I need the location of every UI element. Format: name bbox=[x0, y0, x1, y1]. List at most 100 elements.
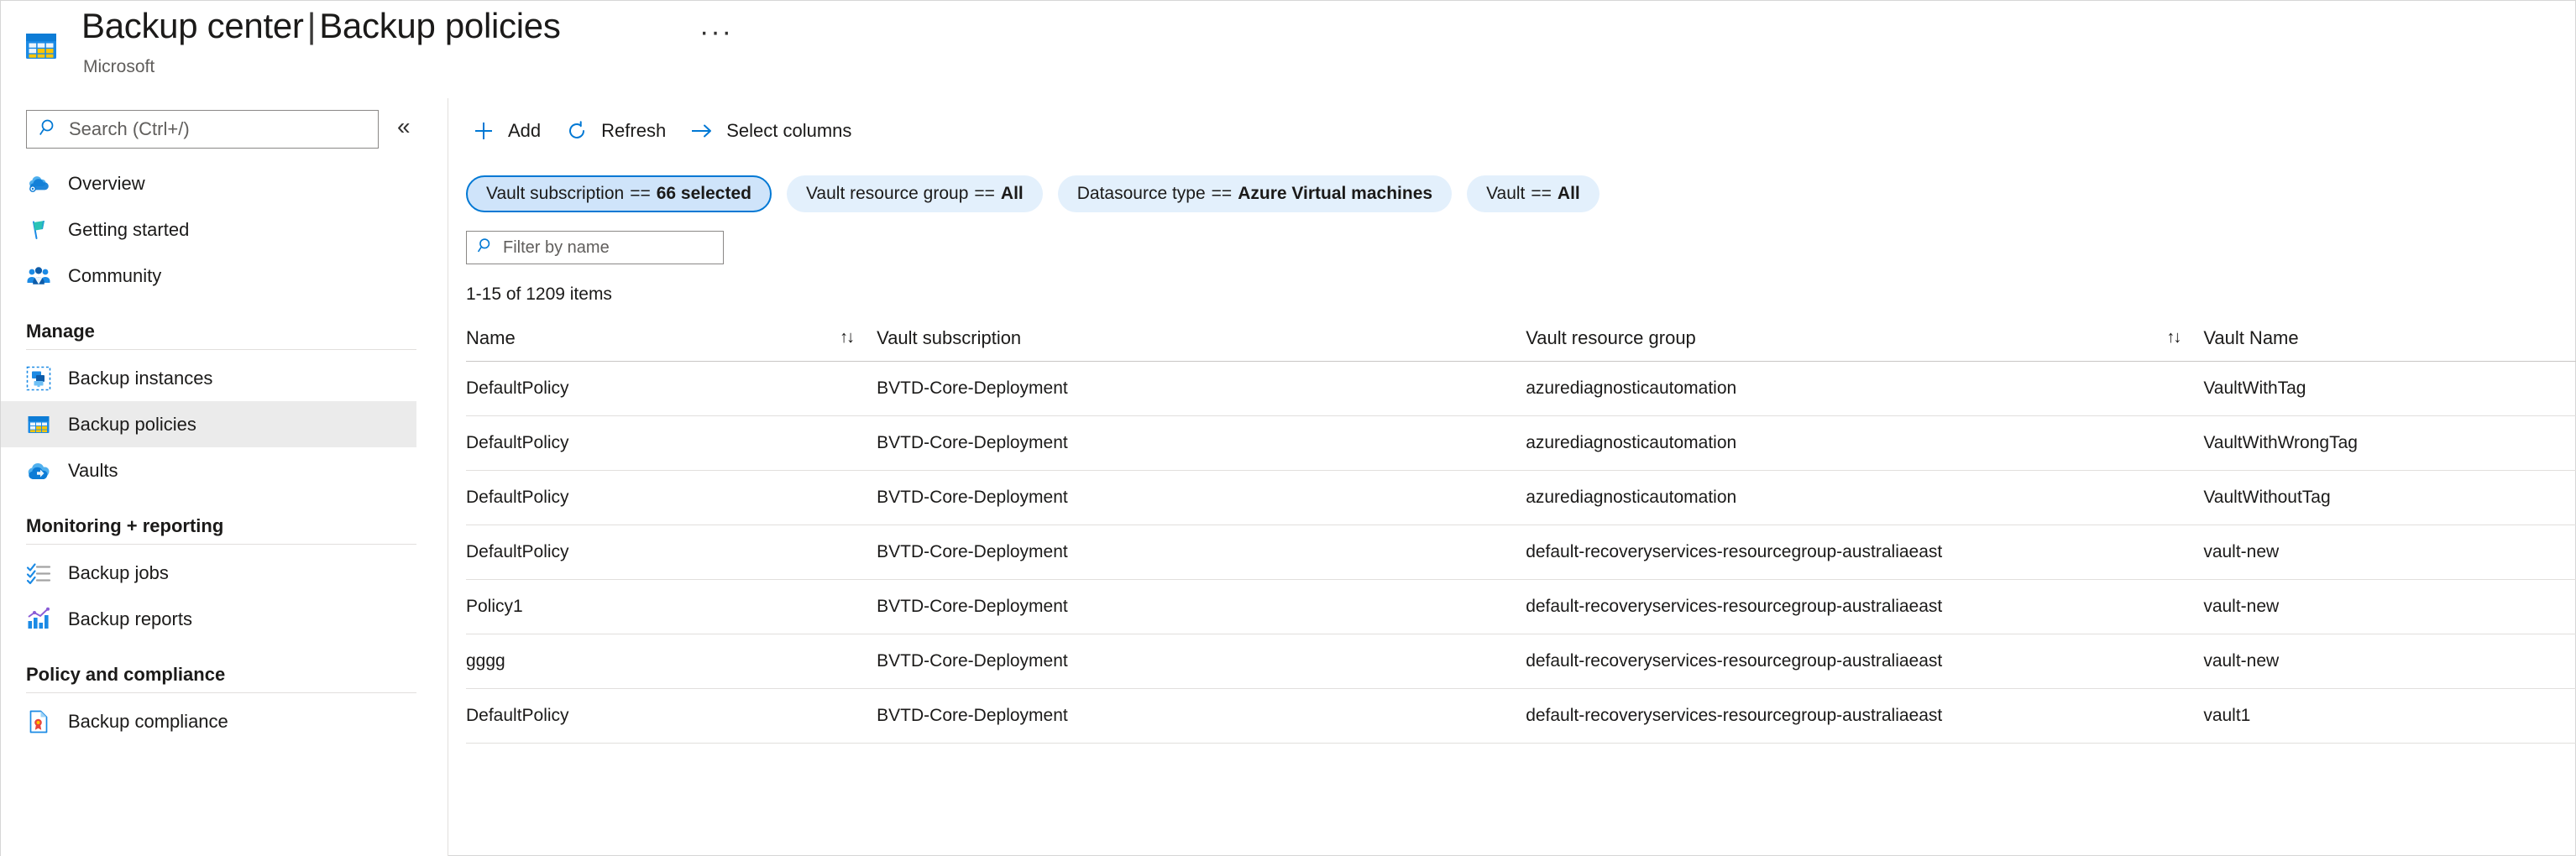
column-header-name[interactable]: Name ↑↓ bbox=[466, 315, 877, 361]
sidebar-item-label: Backup policies bbox=[68, 414, 196, 436]
page-header: Backup center|Backup policies ··· Micros… bbox=[1, 1, 2576, 98]
sidebar-item-backup-jobs[interactable]: Backup jobs bbox=[1, 550, 448, 596]
sidebar-item-getting-started[interactable]: Getting started bbox=[1, 206, 448, 253]
column-header-label: Name bbox=[466, 327, 516, 349]
cell-vault-resource-group: default-recoveryservices-resourcegroup-a… bbox=[1526, 706, 2203, 726]
cell-name: DefaultPolicy bbox=[466, 706, 877, 726]
sidebar-group-title: Manage bbox=[1, 299, 448, 349]
filter-field: Vault subscription bbox=[486, 184, 624, 204]
filter-operator: == bbox=[1525, 184, 1552, 204]
cell-vault-resource-group: default-recoveryservices-resourcegroup-a… bbox=[1526, 542, 2203, 562]
filter-by-name-input[interactable]: Filter by name bbox=[503, 238, 610, 258]
sidebar-item-community[interactable]: Community bbox=[1, 253, 448, 299]
cell-name: DefaultPolicy bbox=[466, 542, 877, 562]
sidebar-item-label: Backup reports bbox=[68, 608, 192, 630]
page-title-sub: Backup policies bbox=[319, 6, 560, 45]
page-title-main: Backup center bbox=[81, 6, 304, 45]
refresh-button[interactable]: Refresh bbox=[559, 112, 684, 150]
filter-field: Vault bbox=[1486, 184, 1525, 204]
sidebar-item-vaults[interactable]: Vaults bbox=[1, 447, 448, 493]
filter-value: All bbox=[995, 184, 1024, 204]
cell-vault-name: VaultWithWrongTag bbox=[2203, 433, 2576, 453]
refresh-icon bbox=[564, 118, 589, 144]
page-title: Backup center|Backup policies bbox=[81, 6, 561, 46]
table-row[interactable]: DefaultPolicy BVTD-Core-Deployment azure… bbox=[466, 416, 2576, 471]
cell-vault-subscription: BVTD-Core-Deployment bbox=[877, 542, 1526, 562]
filter-operator: == bbox=[968, 184, 995, 204]
filter-value: 66 selected bbox=[651, 184, 751, 204]
sidebar-item-label: Backup instances bbox=[68, 368, 212, 389]
sidebar-divider bbox=[26, 349, 416, 350]
sidebar-item-backup-compliance[interactable]: Backup compliance bbox=[1, 698, 448, 744]
cell-vault-name: VaultWithoutTag bbox=[2203, 488, 2576, 508]
sidebar-item-overview[interactable]: Overview bbox=[1, 160, 448, 206]
sidebar-divider bbox=[26, 544, 416, 545]
cell-vault-name: vault-new bbox=[2203, 597, 2576, 617]
table-row[interactable]: gggg BVTD-Core-Deployment default-recove… bbox=[466, 634, 2576, 689]
cell-vault-resource-group: default-recoveryservices-resourcegroup-a… bbox=[1526, 597, 2203, 617]
cell-vault-resource-group: azurediagnosticautomation bbox=[1526, 378, 2203, 399]
backup-instance-icon bbox=[26, 366, 51, 391]
item-count-label: 1-15 of 1209 items bbox=[466, 284, 612, 305]
cell-vault-resource-group: default-recoveryservices-resourcegroup-a… bbox=[1526, 651, 2203, 671]
table-row[interactable]: DefaultPolicy BVTD-Core-Deployment defau… bbox=[466, 689, 2576, 744]
filter-operator: == bbox=[1206, 184, 1233, 204]
vault-cloud-icon bbox=[26, 458, 51, 483]
sidebar-search[interactable]: Search (Ctrl+/) bbox=[26, 110, 379, 149]
column-header-vault-name[interactable]: Vault Name bbox=[2203, 315, 2576, 361]
sidebar-item-label: Backup compliance bbox=[68, 711, 228, 733]
column-header-vault-subscription[interactable]: Vault subscription bbox=[877, 315, 1526, 361]
cell-vault-name: vault-new bbox=[2203, 542, 2576, 562]
sort-icon[interactable]: ↑↓ bbox=[2166, 328, 2180, 347]
filter-field: Datasource type bbox=[1077, 184, 1206, 204]
filter-pill-vault-subscription[interactable]: Vault subscription == 66 selected bbox=[466, 175, 772, 212]
sidebar-item-backup-policies[interactable]: Backup policies bbox=[1, 401, 416, 447]
people-icon bbox=[26, 264, 51, 289]
filter-value: Azure Virtual machines bbox=[1232, 184, 1432, 204]
filter-pill-vault-resource-group[interactable]: Vault resource group == All bbox=[787, 175, 1043, 212]
sidebar-item-label: Getting started bbox=[68, 219, 189, 241]
page-subtitle: Microsoft bbox=[83, 57, 154, 77]
filter-by-name[interactable]: Filter by name bbox=[466, 231, 724, 264]
table-header-row: Name ↑↓ Vault subscription Vault resourc… bbox=[466, 315, 2576, 362]
add-button-label: Add bbox=[508, 120, 541, 142]
cell-name: gggg bbox=[466, 651, 877, 671]
sort-icon[interactable]: ↑↓ bbox=[840, 328, 853, 347]
sidebar-divider bbox=[26, 692, 416, 693]
main-content: Add Refresh Select col bbox=[449, 98, 2576, 856]
cell-vault-subscription: BVTD-Core-Deployment bbox=[877, 488, 1526, 508]
more-options-button[interactable]: ··· bbox=[699, 18, 733, 46]
cell-vault-subscription: BVTD-Core-Deployment bbox=[877, 433, 1526, 453]
select-columns-button[interactable]: Select columns bbox=[684, 112, 870, 150]
chevron-double-left-icon[interactable]: « bbox=[397, 115, 411, 138]
sidebar-item-label: Backup jobs bbox=[68, 562, 169, 584]
table-row[interactable]: Policy1 BVTD-Core-Deployment default-rec… bbox=[466, 580, 2576, 634]
cell-vault-name: vault1 bbox=[2203, 706, 2576, 726]
arrow-right-icon bbox=[689, 118, 715, 144]
filter-pill-vault[interactable]: Vault == All bbox=[1467, 175, 1600, 212]
column-header-label: Vault Name bbox=[2203, 327, 2298, 349]
sidebar-group-title: Policy and compliance bbox=[1, 642, 448, 692]
checklist-icon bbox=[26, 561, 51, 586]
cell-vault-subscription: BVTD-Core-Deployment bbox=[877, 597, 1526, 617]
sidebar-item-backup-instances[interactable]: Backup instances bbox=[1, 355, 448, 401]
command-toolbar: Add Refresh Select col bbox=[466, 112, 870, 150]
sidebar-item-label: Community bbox=[68, 265, 161, 287]
cell-vault-subscription: BVTD-Core-Deployment bbox=[877, 378, 1526, 399]
cell-name: DefaultPolicy bbox=[466, 378, 877, 399]
page-title-separator: | bbox=[304, 6, 320, 45]
sidebar-item-label: Vaults bbox=[68, 460, 118, 482]
filter-pill-datasource-type[interactable]: Datasource type == Azure Virtual machine… bbox=[1058, 175, 1452, 212]
sidebar-item-backup-reports[interactable]: Backup reports bbox=[1, 596, 448, 642]
search-input[interactable]: Search (Ctrl+/) bbox=[69, 118, 190, 140]
sidebar: Search (Ctrl+/) « Overview bbox=[1, 98, 448, 856]
table-row[interactable]: DefaultPolicy BVTD-Core-Deployment defau… bbox=[466, 525, 2576, 580]
column-header-vault-resource-group[interactable]: Vault resource group ↑↓ bbox=[1526, 315, 2203, 361]
policy-grid-icon bbox=[26, 412, 51, 437]
table-row[interactable]: DefaultPolicy BVTD-Core-Deployment azure… bbox=[466, 362, 2576, 416]
filter-operator: == bbox=[624, 184, 651, 204]
backup-policies-table: Name ↑↓ Vault subscription Vault resourc… bbox=[466, 315, 2576, 744]
add-button[interactable]: Add bbox=[466, 112, 559, 150]
cell-vault-name: vault-new bbox=[2203, 651, 2576, 671]
table-row[interactable]: DefaultPolicy BVTD-Core-Deployment azure… bbox=[466, 471, 2576, 525]
